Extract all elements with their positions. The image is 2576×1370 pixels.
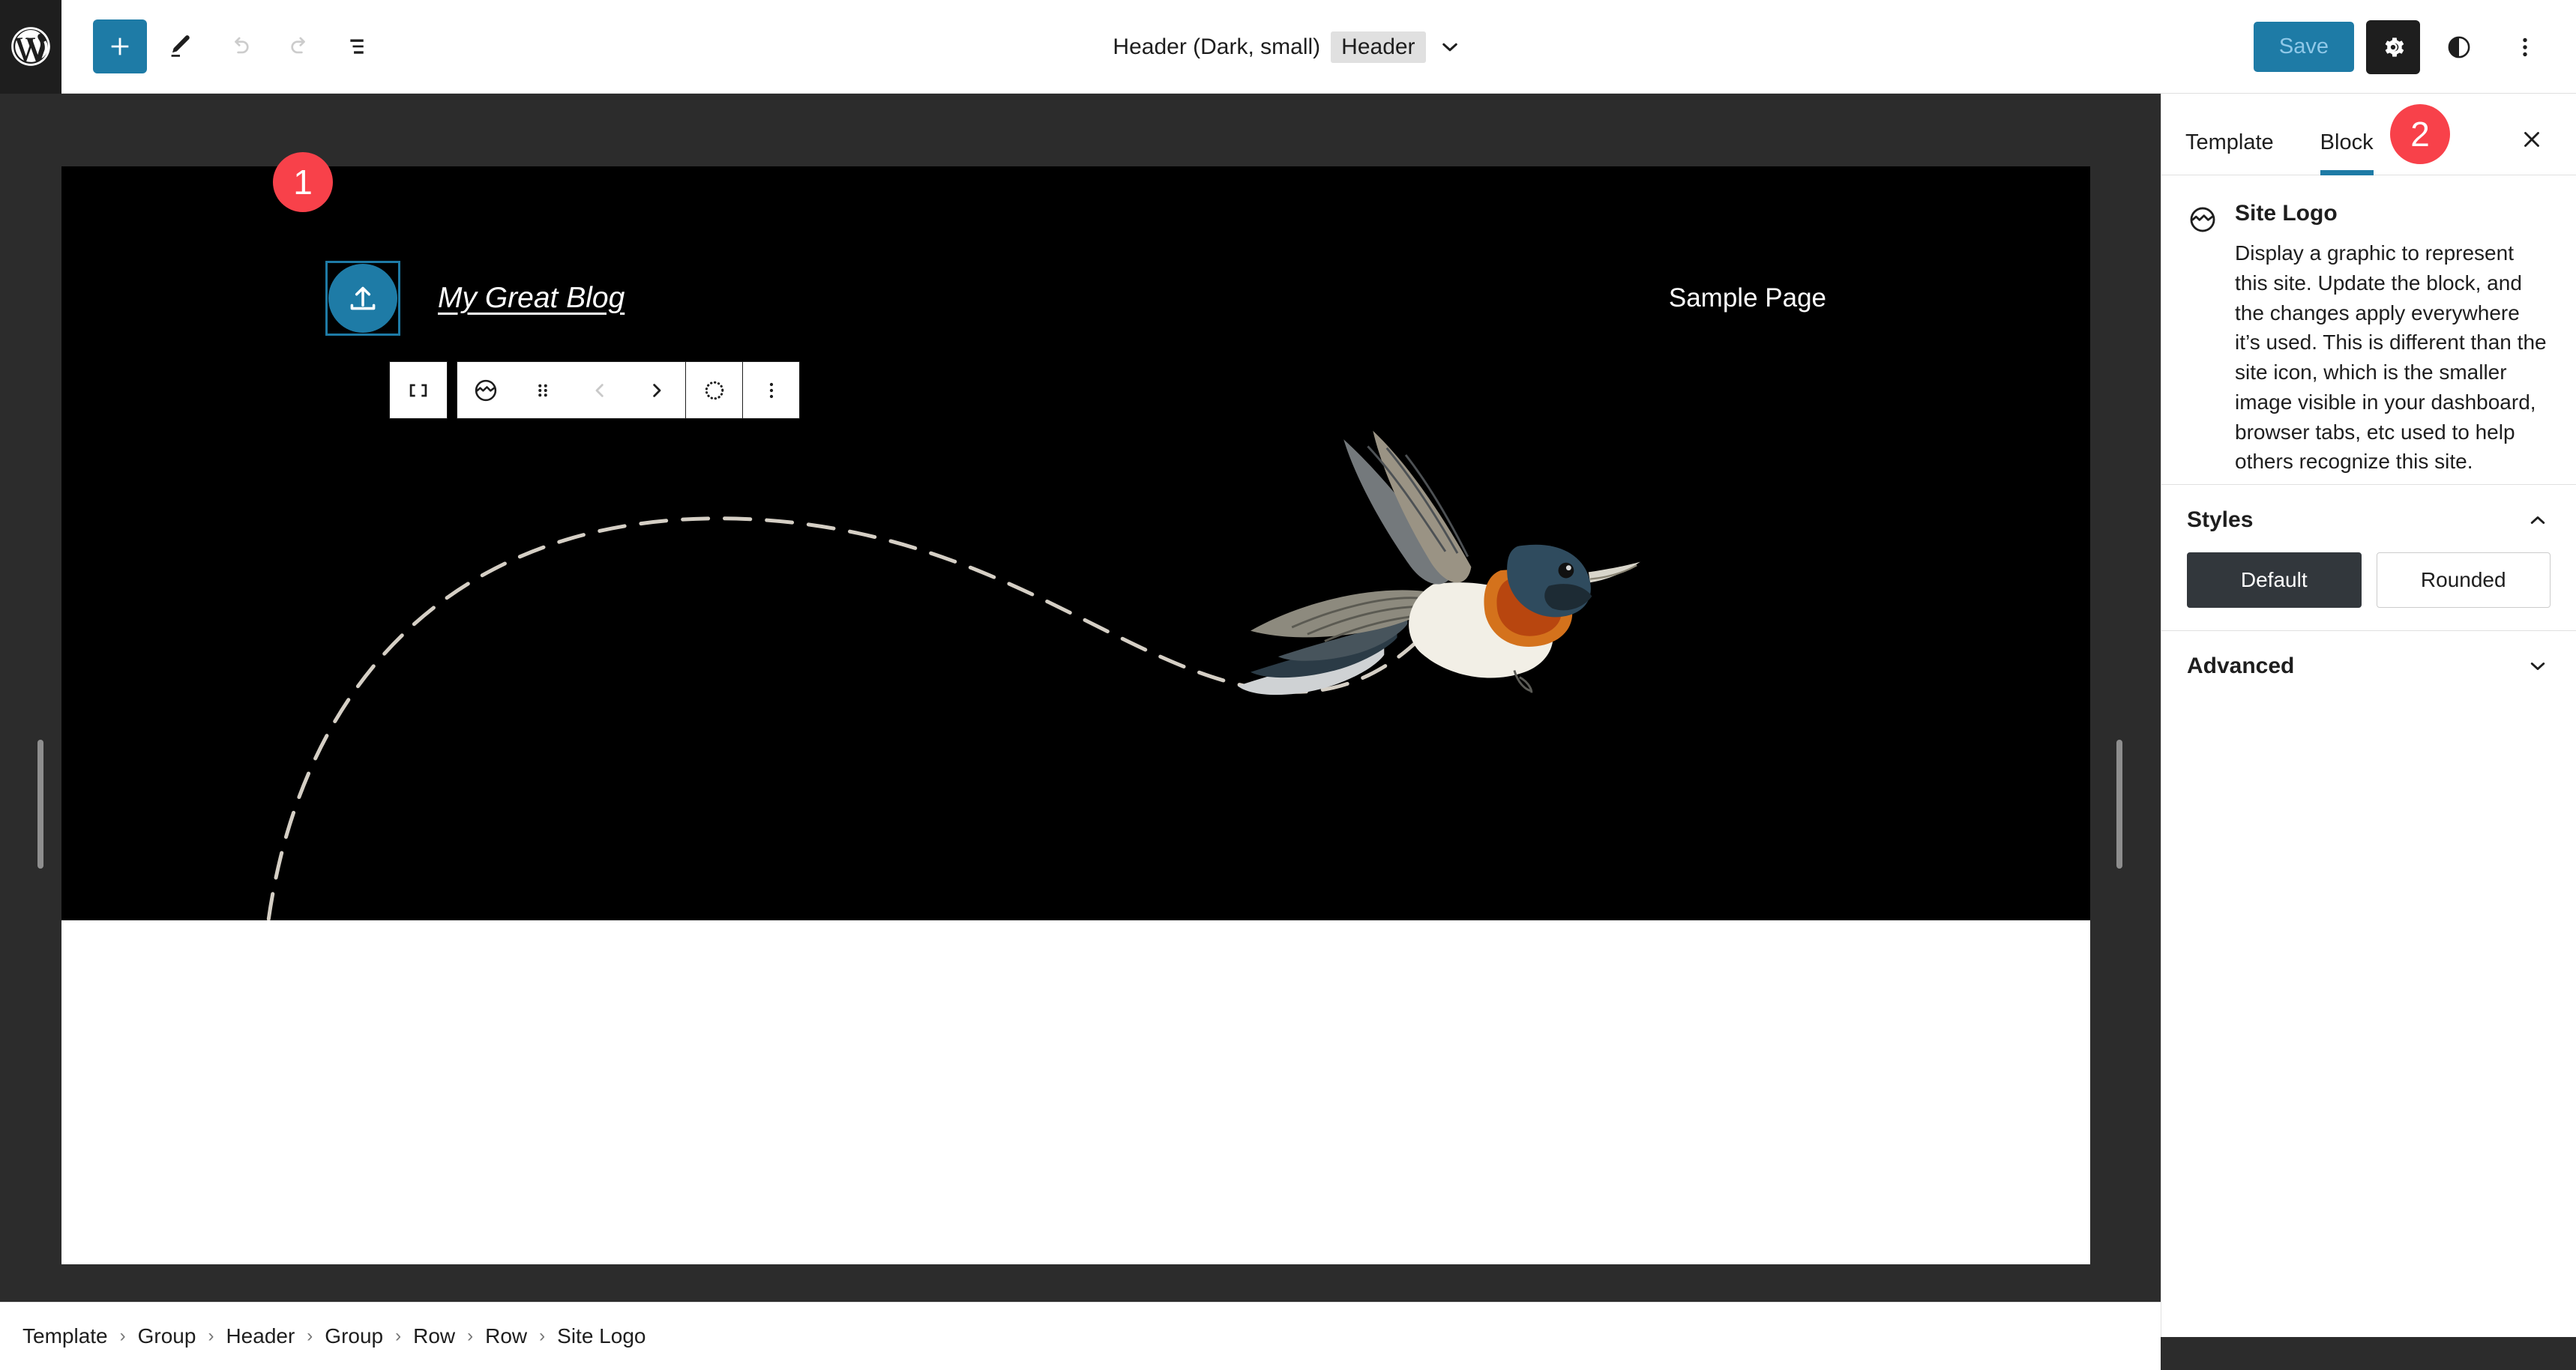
- editor-top-bar: Header (Dark, small) Header Save: [0, 0, 2576, 94]
- justify-align-icon: [409, 384, 427, 396]
- breadcrumb-item-current[interactable]: Site Logo: [557, 1324, 645, 1348]
- canvas-resize-handle-left[interactable]: [37, 740, 43, 869]
- annotation-badge-1: 1: [273, 152, 333, 212]
- site-logo-icon: [475, 379, 497, 401]
- list-view-button[interactable]: [333, 19, 387, 73]
- block-type-site-logo-button[interactable]: [457, 362, 514, 418]
- site-header-block[interactable]: My Great Blog Sample Page: [61, 166, 2090, 920]
- block-toolbar-group-block: [457, 361, 800, 419]
- move-up-button[interactable]: [571, 362, 628, 418]
- settings-sidebar: Template Block Site Logo Display a graph…: [2161, 94, 2576, 1337]
- document-type-badge: Header: [1331, 31, 1426, 63]
- top-bar-actions: Save: [2253, 0, 2552, 94]
- close-x-icon: [2524, 132, 2539, 147]
- close-sidebar-button[interactable]: [2509, 116, 2555, 163]
- more-options-button[interactable]: [2498, 20, 2552, 74]
- header-branding-group: My Great Blog: [325, 261, 625, 336]
- add-block-button[interactable]: [93, 19, 147, 73]
- dotted-circle-icon: [705, 381, 723, 399]
- wordpress-logo-icon: [11, 27, 50, 66]
- move-down-button[interactable]: [628, 362, 685, 418]
- breadcrumb-separator: ›: [467, 1326, 474, 1346]
- styles-section-title: Styles: [2187, 507, 2254, 532]
- chevron-down-icon: [1442, 43, 1457, 51]
- breadcrumb-item[interactable]: Group: [325, 1324, 383, 1348]
- three-dots-vertical-icon: [769, 382, 773, 398]
- template-body-area[interactable]: [61, 920, 2090, 1264]
- breadcrumb: Template › Group › Header › Group › Row …: [0, 1302, 2161, 1370]
- breadcrumb-separator: ›: [395, 1326, 402, 1346]
- style-option-default[interactable]: Default: [2187, 552, 2362, 608]
- upload-arrow-icon: [350, 286, 376, 310]
- wordpress-site-editor: Header (Dark, small) Header Save My Grea…: [0, 0, 2576, 1370]
- styles-section: Styles Default Rounded: [2161, 484, 2576, 630]
- breadcrumb-separator: ›: [539, 1326, 546, 1346]
- chevron-right-icon: [653, 383, 661, 397]
- styles-button[interactable]: [2432, 20, 2486, 74]
- breadcrumb-item[interactable]: Row: [485, 1324, 527, 1348]
- advanced-section-title: Advanced: [2187, 654, 2295, 678]
- tab-template[interactable]: Template: [2185, 130, 2296, 175]
- contrast-half-circle-icon: [2448, 36, 2470, 58]
- block-icon-wrapper: [2187, 201, 2218, 477]
- settings-button[interactable]: [2366, 19, 2420, 74]
- save-button[interactable]: Save: [2253, 22, 2354, 72]
- advanced-section: Advanced: [2161, 630, 2576, 701]
- redo-button[interactable]: [273, 19, 327, 73]
- undo-button[interactable]: [213, 19, 267, 73]
- replace-media-button[interactable]: [685, 362, 742, 418]
- block-description: Display a graphic to represent this site…: [2235, 241, 2547, 474]
- block-toolbar: [389, 361, 800, 419]
- breadcrumb-separator: ›: [208, 1326, 214, 1346]
- pencil-icon: [171, 35, 190, 57]
- block-title: Site Logo: [2235, 201, 2338, 226]
- block-toolbar-group-alignment: [389, 361, 448, 419]
- undo-arrow-icon: [235, 37, 249, 54]
- document-title: Header (Dark, small): [1113, 34, 1321, 59]
- style-option-rounded[interactable]: Rounded: [2376, 552, 2551, 608]
- block-info-panel: Site Logo Display a graphic to represent…: [2161, 175, 2576, 484]
- three-dots-vertical-icon: [2523, 37, 2527, 56]
- nav-link-sample-page[interactable]: Sample Page: [1669, 283, 1826, 313]
- advanced-section-header[interactable]: Advanced: [2187, 654, 2551, 679]
- wordpress-logo-button[interactable]: [0, 0, 61, 94]
- breadcrumb-item[interactable]: Template: [22, 1324, 108, 1348]
- list-view-icon: [350, 39, 364, 54]
- drag-handle[interactable]: [514, 362, 571, 418]
- style-variation-list: Default Rounded: [2187, 552, 2551, 608]
- block-info-text: Site Logo Display a graphic to represent…: [2235, 201, 2551, 477]
- block-options-button[interactable]: [742, 362, 799, 418]
- redo-arrow-icon: [291, 37, 305, 54]
- plus-icon: [111, 37, 129, 55]
- annotation-badge-2: 2: [2390, 104, 2450, 164]
- drag-dots-icon: [538, 384, 547, 396]
- styles-section-header[interactable]: Styles: [2187, 507, 2551, 533]
- chevron-down-icon: [2530, 663, 2545, 670]
- edit-tool-button[interactable]: [153, 19, 207, 73]
- site-title-link[interactable]: My Great Blog: [438, 282, 625, 315]
- site-logo-block[interactable]: [325, 261, 400, 336]
- site-logo-icon: [2190, 207, 2215, 232]
- breadcrumb-separator: ›: [119, 1326, 126, 1346]
- breadcrumb-item[interactable]: Group: [138, 1324, 196, 1348]
- document-title-dropdown-button[interactable]: [1436, 34, 1463, 61]
- chevron-left-icon: [595, 383, 604, 397]
- breadcrumb-item[interactable]: Row: [413, 1324, 455, 1348]
- template-canvas: My Great Blog Sample Page: [61, 166, 2090, 1264]
- sidebar-tabs: Template Block: [2161, 94, 2576, 175]
- breadcrumb-separator: ›: [307, 1326, 313, 1346]
- header-row: My Great Blog Sample Page: [325, 261, 1826, 336]
- top-bar-tools: [61, 19, 387, 73]
- canvas-resize-handle-right[interactable]: [2116, 740, 2122, 869]
- breadcrumb-item[interactable]: Header: [226, 1324, 295, 1348]
- chevron-up-icon: [2530, 516, 2545, 524]
- tab-block[interactable]: Block: [2320, 130, 2396, 175]
- site-logo-placeholder: [328, 264, 397, 333]
- change-alignment-button[interactable]: [390, 362, 447, 418]
- gear-icon: [2385, 37, 2404, 57]
- editor-canvas-area: My Great Blog Sample Page Template › Gro…: [0, 94, 2161, 1370]
